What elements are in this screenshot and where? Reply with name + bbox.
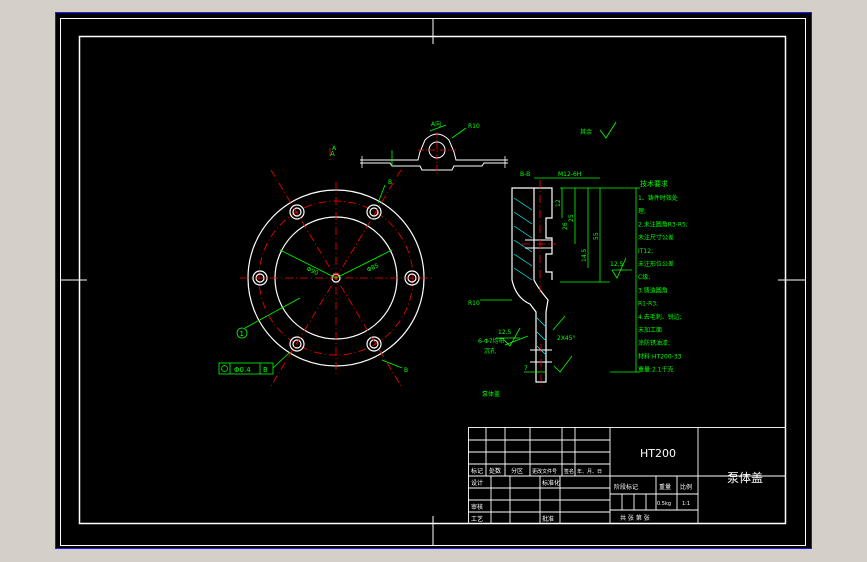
title-standard: 标准化 bbox=[542, 479, 560, 487]
notes-line: C级; bbox=[638, 273, 650, 281]
notes-line: 重量:2.1千克 bbox=[638, 366, 674, 374]
front-b-top: B bbox=[388, 179, 392, 186]
title-process: 工艺 bbox=[471, 515, 483, 523]
notes-line: R1-R3; bbox=[638, 301, 658, 308]
section-dim-3: 26 bbox=[562, 222, 569, 230]
title-approve: 批准 bbox=[542, 515, 554, 523]
top-view-r-dim: R10 bbox=[468, 123, 480, 130]
title-head-6: 年、月、日 bbox=[577, 468, 602, 475]
notes-line: 未注形位公差 bbox=[638, 260, 674, 268]
section-holes-label: 6-Φ7均布 bbox=[478, 337, 505, 345]
section-roughness-right: 12.5 bbox=[610, 261, 624, 268]
section-chamfer: 2X45° bbox=[557, 335, 576, 342]
section-seven: 7 bbox=[524, 365, 528, 372]
notes-line: 涂防锈油漆; bbox=[638, 339, 670, 347]
tolerance-ref: B bbox=[263, 366, 268, 374]
notes-line: 未加工面 bbox=[638, 326, 662, 334]
title-sheets: 共 张 第 张 bbox=[620, 514, 650, 522]
notes-title: 技术要求 bbox=[640, 179, 668, 188]
title-weight-val: 0.5kg bbox=[657, 501, 671, 507]
title-stage-mark: 阶段标记 bbox=[614, 483, 638, 491]
title-scale-val: 1:1 bbox=[682, 501, 690, 507]
part-caption: 泵体盖 bbox=[482, 390, 500, 398]
title-head-3: 分区 bbox=[511, 467, 523, 475]
title-scale-head: 比例 bbox=[680, 483, 692, 491]
section-dim-2: 25 bbox=[568, 214, 575, 222]
title-weight-head: 重量 bbox=[659, 483, 671, 491]
notes-line: 2.未注圆角R3-R5; bbox=[638, 220, 688, 228]
title-material: HT200 bbox=[640, 447, 676, 460]
section-roughness-left: 12.5 bbox=[498, 329, 512, 336]
title-review: 审核 bbox=[471, 503, 483, 511]
svg-text:其余: 其余 bbox=[580, 128, 592, 136]
notes-line: 材料:HT200-33 bbox=[638, 352, 682, 360]
title-head-5: 签名 bbox=[564, 468, 574, 475]
section-thread: M12-6H bbox=[558, 171, 581, 178]
notes-line: 理; bbox=[638, 208, 646, 215]
title-head-2: 处数 bbox=[489, 467, 501, 475]
title-head-4: 更改文件号 bbox=[532, 468, 557, 475]
section-r: R10 bbox=[468, 300, 480, 307]
notes-line: 4.去毛刺、锐边; bbox=[638, 313, 682, 321]
top-view-a-dim: A向 bbox=[431, 120, 441, 128]
notes-line: 未注尺寸公差 bbox=[638, 234, 674, 242]
front-b-bottom: B bbox=[404, 367, 408, 374]
section-dim-height: 55 bbox=[593, 232, 600, 240]
section-label: B-B bbox=[520, 171, 530, 178]
notes-line: 3.铸造圆角 bbox=[638, 286, 668, 294]
notes-line: IT12; bbox=[638, 248, 653, 255]
section-dim-4: 14.5 bbox=[581, 248, 588, 262]
title-head-1: 标记 bbox=[471, 467, 483, 475]
drawing-viewport[interactable]: A A向 R10 A B B Φ90 Φ85 1 Φ0.4 B B-B M12-… bbox=[0, 0, 867, 562]
title-design: 设计 bbox=[471, 479, 483, 487]
title-part-name: 泵体盖 bbox=[727, 471, 763, 485]
tolerance-value: Φ0.4 bbox=[234, 366, 251, 374]
section-holes-sub: 沉孔 bbox=[484, 347, 496, 355]
section-dim-1: 12 bbox=[555, 199, 562, 207]
notes-line: 1、铸件时效处 bbox=[638, 194, 678, 202]
front-callout: 1 bbox=[240, 330, 244, 338]
